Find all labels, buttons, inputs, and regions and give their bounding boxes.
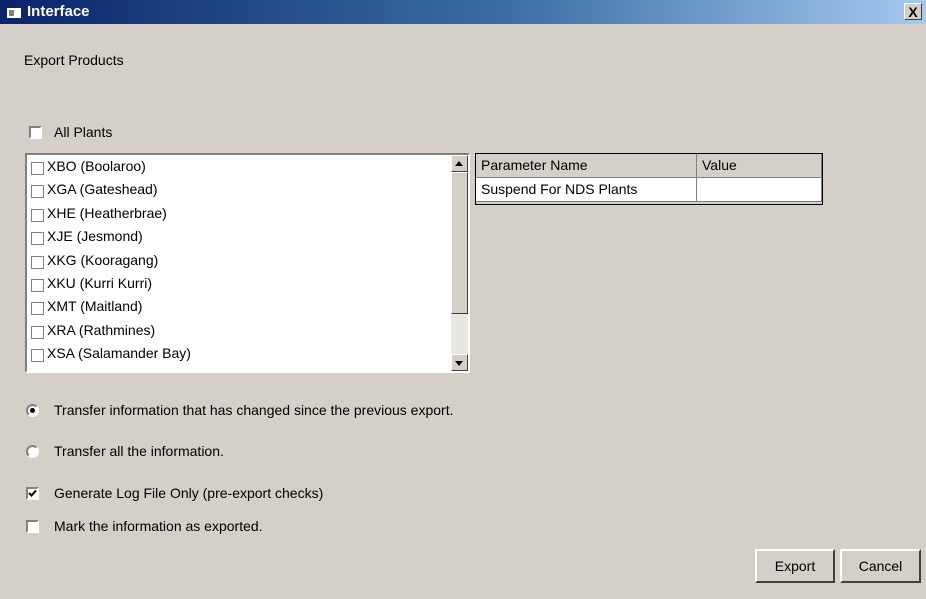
log-only-label: Generate Log File Only (pre-export check… [54, 485, 324, 501]
grid-cell-value[interactable] [697, 178, 822, 202]
plant-checkbox[interactable] [31, 208, 44, 222]
page-title: Export Products [24, 52, 124, 68]
transfer-changed-radio[interactable] [26, 404, 39, 417]
plant-checkbox[interactable] [31, 162, 44, 175]
log-only-checkbox[interactable] [26, 487, 39, 500]
plant-label: XMT (Maitland) [47, 298, 143, 315]
scroll-thumb[interactable] [451, 172, 468, 314]
all-plants-label: All Plants [54, 124, 113, 140]
plant-checkbox[interactable] [31, 232, 44, 246]
grid-cell-parameter-name[interactable]: Suspend For NDS Plants [476, 178, 697, 202]
scroll-up-button[interactable] [451, 155, 468, 172]
title-bar: Interface X [0, 0, 926, 24]
plants-list-items: XBO (Boolaroo) XGA (Gateshead) XHE (Heathe… [27, 155, 452, 371]
plant-checkbox[interactable] [31, 279, 44, 292]
all-plants-checkbox[interactable] [29, 126, 42, 139]
plant-label: XKG (Kooragang) [47, 251, 159, 268]
arrow-up-icon [455, 161, 463, 166]
plant-label: XKU (Kurri Kurri) [47, 275, 153, 291]
radio-selected-dot [30, 408, 35, 413]
plant-checkbox[interactable] [31, 255, 44, 269]
grid-header-parameter-name: Parameter Name [476, 154, 697, 178]
plant-checkbox[interactable] [31, 349, 44, 363]
plants-list[interactable]: XBO (Boolaroo) XGA (Gateshead) XHE (Heathe… [25, 153, 470, 373]
plant-checkbox[interactable] [31, 302, 44, 316]
export-button[interactable]: Export [755, 549, 835, 583]
plant-label: XHE (Heatherbrae) [47, 204, 167, 221]
plant-checkbox[interactable] [31, 325, 44, 339]
parameter-grid: Parameter Name Value Suspend For NDS Pla… [475, 153, 823, 205]
window-title: Interface [27, 3, 90, 20]
plants-list-scrollbar[interactable] [451, 155, 468, 371]
mark-exported-checkbox[interactable] [26, 520, 39, 533]
plant-checkbox[interactable] [31, 185, 44, 199]
plant-label: XSA (Salamander Bay) [47, 345, 191, 362]
transfer-all-label: Transfer all the information. [54, 443, 224, 459]
plant-label: XBO (Boolaroo) [47, 158, 146, 174]
cancel-button[interactable]: Cancel [840, 549, 921, 583]
checkmark-icon [28, 489, 37, 497]
mark-exported-label: Mark the information as exported. [54, 518, 263, 534]
grid-header-value: Value [697, 154, 822, 178]
plant-label: XJE (Jesmond) [47, 228, 143, 245]
transfer-changed-label: Transfer information that has changed si… [54, 402, 454, 418]
plant-label: XRA (Rathmines) [47, 321, 156, 338]
arrow-down-icon [455, 361, 463, 366]
app-icon [7, 5, 21, 18]
scroll-down-button[interactable] [451, 354, 468, 371]
transfer-all-radio[interactable] [26, 445, 39, 458]
plant-label: XGA (Gateshead) [47, 181, 158, 198]
close-button[interactable]: X [904, 3, 922, 20]
